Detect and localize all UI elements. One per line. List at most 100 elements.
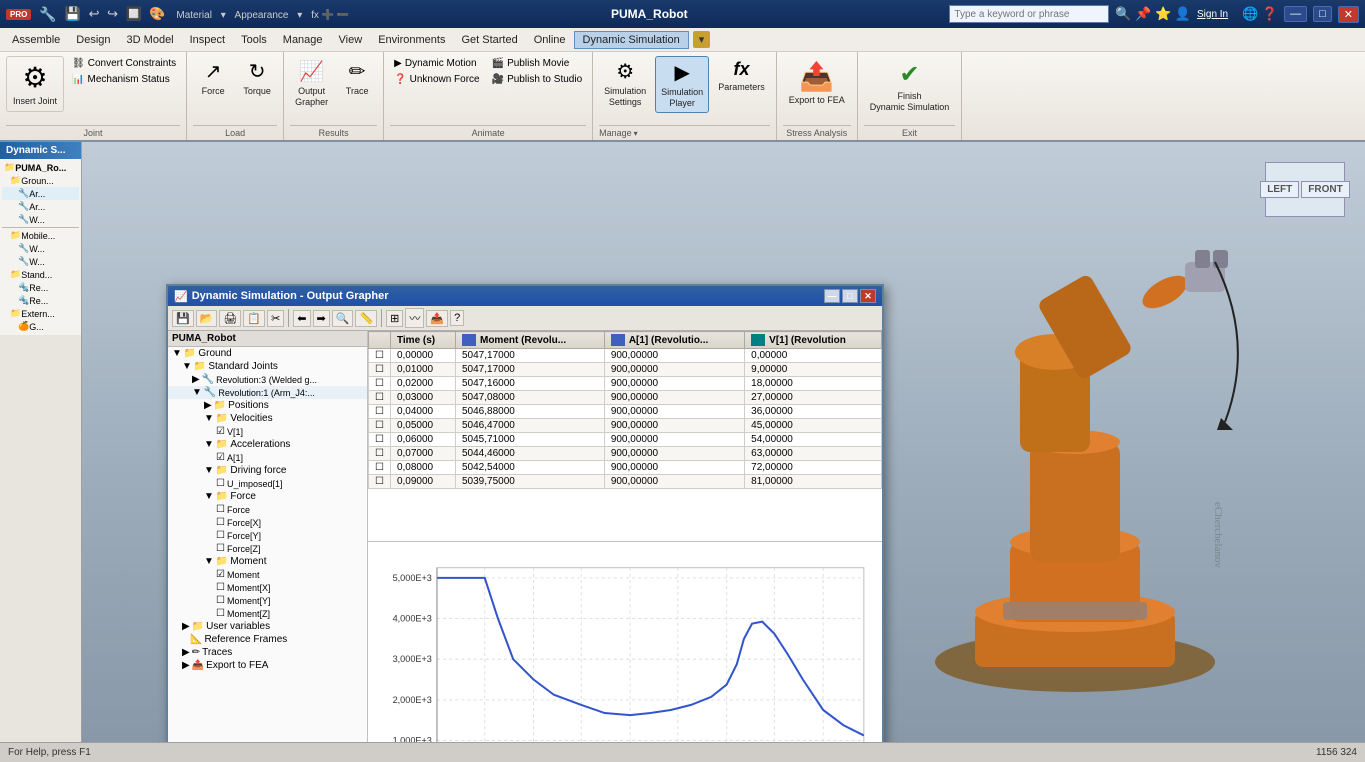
tree-node-force-y[interactable]: Force[Y] bbox=[168, 529, 367, 542]
row-checkbox-8[interactable]: ☐ bbox=[369, 461, 391, 475]
torque-btn[interactable]: ↻ Torque bbox=[237, 56, 277, 100]
tree-standard[interactable]: 📁 Stand... bbox=[2, 268, 79, 281]
force-x-checkbox[interactable] bbox=[216, 517, 227, 528]
og-print-btn[interactable]: 🖨 bbox=[219, 310, 241, 327]
tree-node-rev1[interactable]: ▼🔧Revolution:1 (Arm_J4:... bbox=[168, 386, 367, 399]
og-fwd-btn[interactable]: ➡ bbox=[313, 310, 330, 327]
force-btn[interactable]: ↗ Force bbox=[193, 56, 233, 100]
row-checkbox-9[interactable]: ☐ bbox=[369, 475, 391, 489]
menu-more[interactable]: ▾ bbox=[693, 31, 711, 48]
menu-environments[interactable]: Environments bbox=[370, 32, 453, 48]
force-z-checkbox[interactable] bbox=[216, 543, 227, 554]
tree-node-driving-force[interactable]: ▼📁Driving force bbox=[168, 464, 367, 477]
parameters-btn[interactable]: fx Parameters bbox=[713, 56, 770, 96]
tree-node-moment-folder[interactable]: ▼📁Moment bbox=[168, 555, 367, 568]
force-checkbox[interactable] bbox=[216, 504, 227, 515]
og-export-btn[interactable]: 📤 bbox=[426, 310, 448, 327]
tree-w1[interactable]: 🔧 W... bbox=[2, 213, 79, 226]
tree-extern[interactable]: 📁 Extern... bbox=[2, 307, 79, 320]
tree-g[interactable]: 🍊 G... bbox=[2, 320, 79, 333]
og-grid-btn[interactable]: ⊞ bbox=[386, 310, 403, 327]
tree-node-ref-frames[interactable]: 📐Reference Frames bbox=[168, 633, 367, 646]
og-data-table[interactable]: Time (s) Moment (Revolu... bbox=[368, 331, 882, 541]
tree-re2[interactable]: 🔩 Re... bbox=[2, 294, 79, 307]
sign-in-btn[interactable]: Sign In bbox=[1197, 9, 1228, 20]
tree-mobile[interactable]: 📁 Mobile... bbox=[2, 229, 79, 242]
moment-z-checkbox[interactable] bbox=[216, 608, 227, 619]
tree-w3[interactable]: 🔧 W... bbox=[2, 255, 79, 268]
nav-cube-left[interactable]: LEFT bbox=[1260, 181, 1299, 198]
row-checkbox-7[interactable]: ☐ bbox=[369, 447, 391, 461]
row-checkbox-1[interactable]: ☐ bbox=[369, 363, 391, 377]
tree-node-positions[interactable]: ▶📁Positions bbox=[168, 399, 367, 412]
row-checkbox-3[interactable]: ☐ bbox=[369, 391, 391, 405]
menu-3dmodel[interactable]: 3D Model bbox=[119, 32, 182, 48]
tree-node-moment-x[interactable]: Moment[X] bbox=[168, 581, 367, 594]
moment-checkbox[interactable] bbox=[216, 569, 227, 580]
insert-joint-btn[interactable]: ⚙ Insert Joint bbox=[6, 56, 64, 112]
og-trace-btn[interactable]: 〰 bbox=[405, 308, 424, 328]
tree-node-standard-joints[interactable]: ▼📁Standard Joints bbox=[168, 360, 367, 373]
menu-dynamic-simulation[interactable]: Dynamic Simulation bbox=[574, 31, 689, 49]
og-title-bar[interactable]: 📈 Dynamic Simulation - Output Grapher — … bbox=[168, 286, 882, 306]
tree-node-force[interactable]: Force bbox=[168, 503, 367, 516]
v1-checkbox[interactable] bbox=[216, 426, 227, 437]
search-input[interactable] bbox=[949, 5, 1109, 23]
export-fea-btn[interactable]: 📤 Export to FEA bbox=[783, 56, 851, 110]
og-zoom-btn[interactable]: 🔍 bbox=[332, 310, 354, 327]
menu-tools[interactable]: Tools bbox=[233, 32, 275, 48]
tree-node-moment-z[interactable]: Moment[Z] bbox=[168, 607, 367, 620]
tree-node-user-vars[interactable]: ▶📁User variables bbox=[168, 620, 367, 633]
row-checkbox-0[interactable]: ☐ bbox=[369, 349, 391, 363]
tree-node-moment[interactable]: Moment bbox=[168, 568, 367, 581]
tree-w2[interactable]: 🔧 W... bbox=[2, 242, 79, 255]
row-checkbox-2[interactable]: ☐ bbox=[369, 377, 391, 391]
close-btn[interactable]: ✕ bbox=[1338, 6, 1359, 23]
mechanism-status-btn[interactable]: 📊 Mechanism Status bbox=[68, 72, 180, 87]
finish-simulation-btn[interactable]: ✔ FinishDynamic Simulation bbox=[864, 56, 956, 117]
tree-node-v1[interactable]: V[1] bbox=[168, 425, 367, 438]
tree-node-export-fea[interactable]: ▶📤Export to FEA bbox=[168, 659, 367, 672]
unknown-force-btn[interactable]: ❓ Unknown Force bbox=[390, 72, 483, 87]
tree-node-force-x[interactable]: Force[X] bbox=[168, 516, 367, 529]
tree-ground[interactable]: 📁 Groun... bbox=[2, 174, 79, 187]
tree-node-u-imposed[interactable]: U_imposed[1] bbox=[168, 477, 367, 490]
tree-node-ground[interactable]: ▼📁Ground bbox=[168, 347, 367, 360]
tree-node-accelerations[interactable]: ▼📁Accelerations bbox=[168, 438, 367, 451]
nav-cube[interactable]: LEFT FRONT bbox=[1265, 162, 1345, 217]
tree-puma-robot[interactable]: 📁 PUMA_Ro... bbox=[2, 161, 79, 174]
simulation-settings-btn[interactable]: ⚙ SimulationSettings bbox=[599, 56, 651, 111]
tree-node-force-folder[interactable]: ▼📁Force bbox=[168, 490, 367, 503]
og-minimize-btn[interactable]: — bbox=[824, 289, 840, 303]
menu-online[interactable]: Online bbox=[526, 32, 574, 48]
row-checkbox-6[interactable]: ☐ bbox=[369, 433, 391, 447]
row-checkbox-5[interactable]: ☐ bbox=[369, 419, 391, 433]
publish-studio-btn[interactable]: 🎥 Publish to Studio bbox=[488, 72, 587, 87]
tree-re1[interactable]: 🔩 Re... bbox=[2, 281, 79, 294]
tree-node-moment-y[interactable]: Moment[Y] bbox=[168, 594, 367, 607]
tree-node-force-z[interactable]: Force[Z] bbox=[168, 542, 367, 555]
og-tree[interactable]: PUMA_Robot ▼📁Ground ▼📁Standard Joints ▶🔧… bbox=[168, 331, 368, 742]
simulation-player-btn[interactable]: ▶ SimulationPlayer bbox=[655, 56, 709, 113]
tree-node-rev3[interactable]: ▶🔧Revolution:3 (Welded g... bbox=[168, 373, 367, 386]
og-measure-btn[interactable]: 📏 bbox=[355, 310, 377, 327]
menu-design[interactable]: Design bbox=[68, 32, 118, 48]
og-copy-btn[interactable]: 📋 bbox=[243, 310, 265, 327]
menu-getstarted[interactable]: Get Started bbox=[453, 32, 525, 48]
row-checkbox-4[interactable]: ☐ bbox=[369, 405, 391, 419]
tree-node-velocities[interactable]: ▼📁Velocities bbox=[168, 412, 367, 425]
output-grapher-btn[interactable]: 📈 OutputGrapher bbox=[290, 56, 333, 111]
tree-ar1[interactable]: 🔧 Ar... bbox=[2, 187, 79, 200]
viewport-3d[interactable]: eCherchelanov LEFT FRONT 📈 Dynamic Simul… bbox=[82, 142, 1365, 742]
menu-assemble[interactable]: Assemble bbox=[4, 32, 68, 48]
convert-constraints-btn[interactable]: ⛓ Convert Constraints bbox=[68, 56, 180, 71]
moment-x-checkbox[interactable] bbox=[216, 582, 227, 593]
tree-node-traces[interactable]: ▶✏Traces bbox=[168, 646, 367, 659]
og-open-btn[interactable]: 📂 bbox=[196, 310, 218, 327]
a1-checkbox[interactable] bbox=[216, 452, 227, 463]
og-back-btn[interactable]: ⬅ bbox=[293, 310, 310, 327]
tree-ar2[interactable]: 🔧 Ar... bbox=[2, 200, 79, 213]
dynamic-motion-btn[interactable]: ▶ Dynamic Motion bbox=[390, 56, 483, 71]
og-save-btn[interactable]: 💾 bbox=[172, 310, 194, 327]
moment-y-checkbox[interactable] bbox=[216, 595, 227, 606]
